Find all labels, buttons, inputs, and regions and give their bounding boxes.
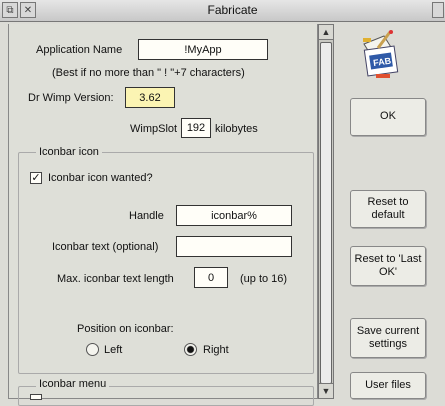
handle-label: Handle [129,210,164,222]
save-current-settings-button[interactable]: Save current settings [350,318,426,358]
fab-app-icon: FAB [360,30,400,80]
position-left-radio[interactable] [86,343,99,356]
scroll-thumb[interactable] [320,42,332,384]
close-icon[interactable]: ✕ [20,2,36,18]
iconbar-icon-group [18,152,314,374]
ok-button[interactable]: OK [350,98,426,136]
scroll-up-icon[interactable]: ▲ [318,24,334,40]
iconbar-text-field[interactable] [176,236,292,257]
reset-last-ok-button[interactable]: Reset to 'Last OK' [350,246,426,286]
user-files-button[interactable]: User files [350,372,426,399]
iconbar-menu-title: Iconbar menu [36,378,110,390]
position-right-label: Right [203,344,229,356]
position-right-radio[interactable] [184,343,197,356]
handle-field[interactable]: iconbar% [176,205,292,226]
iconbar-text-label: Iconbar text (optional) [52,241,159,253]
iconbar-menu-checkbox[interactable] [30,394,42,400]
window-title: Fabricate [207,3,258,17]
back-icon[interactable]: ⧉ [2,2,18,18]
drwimp-version-field[interactable]: 3.62 [125,87,175,108]
maxlen-hint: (up to 16) [240,273,288,285]
position-label: Position on iconbar: [77,323,174,335]
iconbar-group-title: Iconbar icon [36,146,102,158]
iconbar-wanted-checkbox[interactable]: ✓ [30,172,42,184]
maxlen-field[interactable]: 0 [194,267,228,288]
wimpslot-label: WimpSlot [130,123,178,135]
app-name-field[interactable]: !MyApp [138,39,268,60]
app-name-label: Application Name [36,44,123,56]
position-left-label: Left [104,344,123,356]
wimpslot-field[interactable]: 192 [181,118,211,138]
app-name-hint: (Best if no more than " ! "+7 characters… [52,67,245,79]
toggle-size-icon[interactable] [432,2,444,18]
title-bar[interactable]: ⧉ ✕ Fabricate [0,0,445,22]
maxlen-label: Max. iconbar text length [57,273,174,285]
iconbar-wanted-label: Iconbar icon wanted? [48,172,153,184]
scroll-down-icon[interactable]: ▼ [318,383,334,399]
reset-default-button[interactable]: Reset to default [350,190,426,228]
drwimp-label: Dr Wimp Version: [28,92,114,104]
wimpslot-unit: kilobytes [215,123,258,135]
